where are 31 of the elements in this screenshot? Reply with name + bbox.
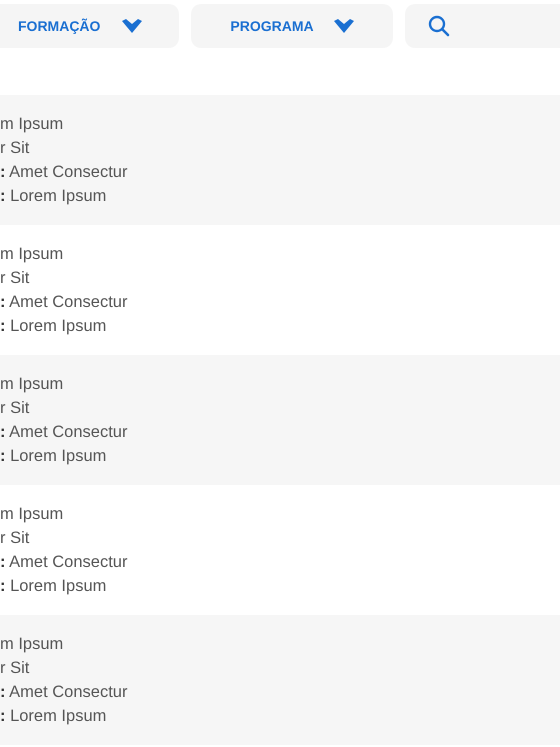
- row-text: : Lorem Ipsum: [0, 316, 106, 337]
- search-icon: [428, 15, 450, 37]
- chevron-down-icon: [334, 19, 354, 33]
- row-text: r Sit: [0, 528, 30, 549]
- list-row[interactable]: m Ipsum r Sit : Amet Consectur : Lorem Ipsum: [0, 355, 560, 485]
- dropdown-button[interactable]: FORMAÇÃO: [0, 4, 179, 48]
- search-button[interactable]: [405, 4, 560, 48]
- row-text: m Ipsum: [0, 374, 64, 395]
- list-row[interactable]: m Ipsum r Sit : Amet Consectur : Lorem Ipsum: [0, 615, 560, 745]
- row-text: r Sit: [0, 268, 30, 289]
- row-text: m Ipsum: [0, 114, 64, 135]
- row-text: m Ipsum: [0, 244, 64, 265]
- row-text: : Lorem Ipsum: [0, 186, 106, 207]
- list-row[interactable]: m Ipsum r Sit : Amet Consectur : Lorem Ipsum: [0, 225, 560, 355]
- row-text: : Lorem Ipsum: [0, 576, 106, 597]
- row-text: r Sit: [0, 398, 30, 419]
- row-text: : Amet Consectur: [0, 292, 128, 313]
- row-text: m Ipsum: [0, 634, 64, 655]
- chevron-down-icon: [122, 19, 142, 33]
- row-text: : Lorem Ipsum: [0, 446, 106, 467]
- row-text: m Ipsum: [0, 504, 64, 525]
- row-text: : Amet Consectur: [0, 682, 128, 703]
- row-text: r Sit: [0, 138, 30, 159]
- row-text: : Lorem Ipsum: [0, 706, 106, 727]
- row-text: : Amet Consectur: [0, 552, 128, 573]
- row-text: : Amet Consectur: [0, 422, 128, 443]
- row-text: : Amet Consectur: [0, 162, 128, 183]
- dropdown-button[interactable]: PROGRAMA: [191, 4, 393, 48]
- row-text: r Sit: [0, 658, 30, 679]
- list-row[interactable]: m Ipsum r Sit : Amet Consectur : Lorem Ipsum: [0, 95, 560, 225]
- list-row[interactable]: m Ipsum r Sit : Amet Consectur : Lorem Ipsum: [0, 485, 560, 615]
